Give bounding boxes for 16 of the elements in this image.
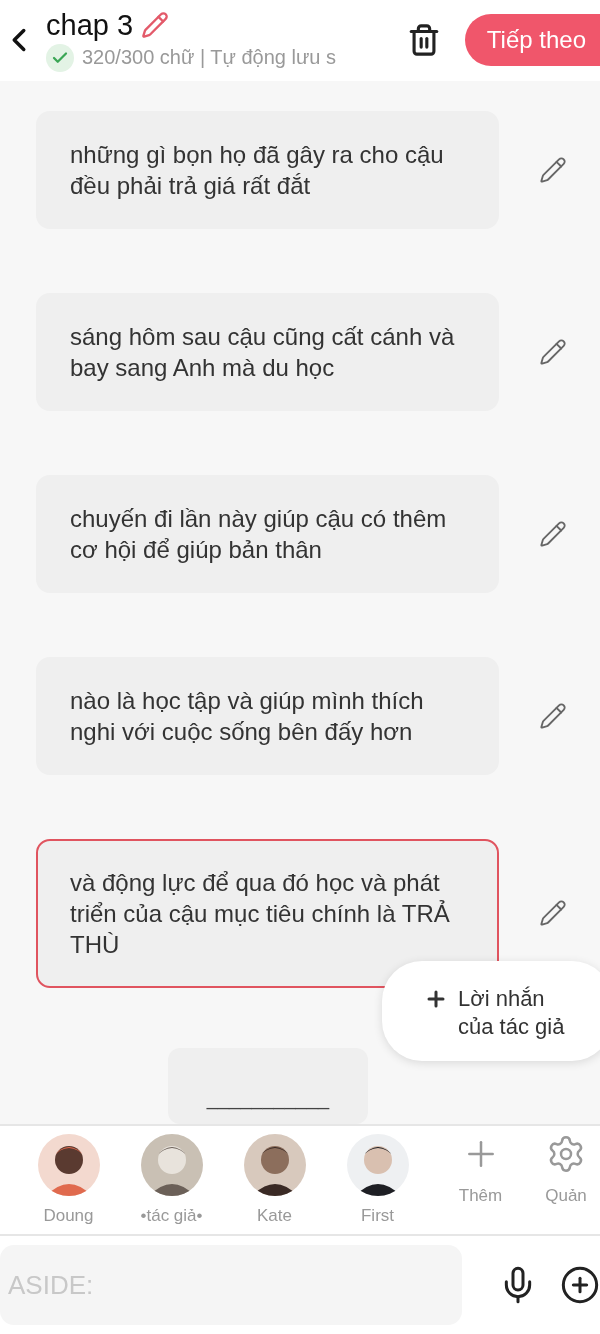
- edit-icon[interactable]: [539, 899, 567, 928]
- edit-icon[interactable]: [539, 337, 567, 366]
- chapter-title: chap 3: [46, 8, 134, 42]
- word-count-status: 320/300 chữ | Tự động lưu s: [82, 46, 337, 70]
- message-bubble[interactable]: chuyến đi lần này giúp cậu có thêm cơ hội để giúp bản thân: [36, 474, 499, 593]
- edit-icon[interactable]: [539, 155, 567, 184]
- edit-title-icon[interactable]: [141, 11, 170, 40]
- message-bubble[interactable]: sáng hôm sau cậu cũng cất cánh và bay sang Anh mà du học: [36, 292, 499, 411]
- edit-icon[interactable]: [539, 701, 567, 730]
- message-bubble[interactable]: những gì bọn họ đã gây ra cho cậu đều phải trả giá rất đắt: [36, 110, 499, 229]
- edit-icon[interactable]: [539, 519, 567, 548]
- author-note-button[interactable]: Lời nhắn của tác giả: [382, 960, 600, 1061]
- add-icon[interactable]: [560, 1265, 600, 1305]
- message-bubble[interactable]: nào là học tập và giúp mình thích nghi với cuộc sống bên đấy hơn: [36, 656, 499, 775]
- separator-bubble[interactable]: ___________: [168, 1047, 368, 1124]
- message-bubble[interactable]: và động lực để qua đó học và phát triển của cậu mục tiêu chính là TRẢ THÙ: [36, 838, 499, 988]
